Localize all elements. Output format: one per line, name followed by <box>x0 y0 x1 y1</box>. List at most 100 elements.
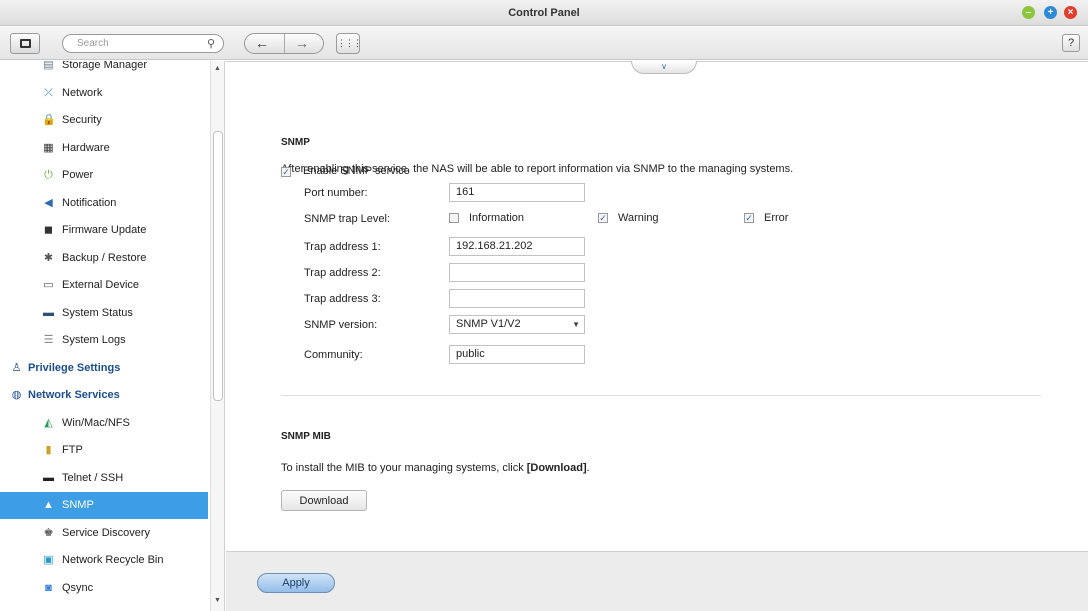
sidebar-item-telnet-ssh[interactable]: ▬ Telnet / SSH <box>0 465 208 492</box>
snmp-icon: ▲ <box>43 499 54 511</box>
trap-address-3-input[interactable] <box>449 289 585 308</box>
ftp-icon: ▮ <box>45 444 52 456</box>
sidebar-item-win-mac-nfs[interactable]: ◭ Win/Mac/NFS <box>0 410 208 437</box>
nav-divider <box>284 34 285 53</box>
trap-address-2-input[interactable] <box>449 263 585 282</box>
trap-address-2-label: Trap address 2: <box>304 267 381 279</box>
lock-icon: 🔒 <box>42 114 56 126</box>
sidebar-item-firmware-update[interactable]: ◼ Firmware Update <box>0 217 208 244</box>
qsync-icon: ◙ <box>45 581 52 594</box>
forward-arrow-icon[interactable]: → <box>295 35 309 51</box>
sidebar-item-ftp[interactable]: ▮ FTP <box>0 437 208 464</box>
port-label: Port number: <box>304 187 368 199</box>
community-input[interactable]: public <box>449 345 585 364</box>
community-label: Community: <box>304 349 363 361</box>
download-button[interactable]: Download <box>281 490 367 511</box>
trap-error-checkbox[interactable]: ✓ <box>744 213 754 223</box>
snmp-version-select[interactable]: SNMP V1/V2 ▼ <box>449 315 585 334</box>
sidebar-item-privilege-settings[interactable]: ♙ Privilege Settings <box>0 355 208 382</box>
scroll-down-icon[interactable]: ▼ <box>214 597 221 604</box>
mib-download-link[interactable]: [Download] <box>527 462 587 474</box>
search-input[interactable]: Search ⚲ <box>62 34 224 53</box>
sidebar-item-system-logs[interactable]: ☰ System Logs <box>0 327 208 354</box>
search-placeholder: Search <box>77 38 109 49</box>
sidebar-item-backup-restore[interactable]: ✱ Backup / Restore <box>0 245 208 272</box>
sidebar-scrollbar[interactable]: ▲ ▼ <box>210 61 224 611</box>
sidebar-item-label: Firmware Update <box>62 224 147 236</box>
hardware-icon: ▦ <box>43 141 54 154</box>
nav-button-group: ← → <box>244 33 324 54</box>
back-arrow-icon[interactable]: ← <box>255 35 269 51</box>
sidebar-item-network[interactable]: ⤫ Network <box>0 80 208 107</box>
close-icon[interactable]: × <box>1064 6 1077 19</box>
minimize-icon[interactable]: – <box>1022 6 1035 19</box>
search-icon[interactable]: ⚲ <box>207 37 215 50</box>
recycle-bin-icon: ▣ <box>43 554 54 566</box>
sidebar-item-notification[interactable]: ◀ Notification <box>0 190 208 217</box>
mib-description: To install the MIB to your managing syst… <box>281 462 590 474</box>
sidebar-item-label: Security <box>62 114 102 126</box>
sidebar-item-external-device[interactable]: ▭ External Device <box>0 272 208 299</box>
maximize-icon[interactable]: + <box>1044 6 1057 19</box>
logs-icon: ☰ <box>43 334 54 346</box>
share-icon: ◭ <box>44 416 53 429</box>
sidebar-item-hardware[interactable]: ▦ Hardware <box>0 135 208 162</box>
scrollbar-thumb[interactable] <box>213 131 223 401</box>
sidebar-item-label: FTP <box>62 444 83 456</box>
sidebar: ▤ Storage Manager ⤫ Network 🔒 Security ▦ Hardwa… <box>0 61 225 611</box>
sidebar-item-qsync[interactable]: ◙ Qsync <box>0 575 208 602</box>
discovery-icon: ♚ <box>43 526 54 539</box>
home-button[interactable] <box>10 33 40 54</box>
trap-address-3-label: Trap address 3: <box>304 293 381 305</box>
sidebar-item-storage-manager[interactable]: ▤ Storage Manager <box>0 61 208 79</box>
sidebar-item-power[interactable]: ⏻ Power <box>0 162 208 189</box>
sidebar-item-network-services[interactable]: ◍ Network Services <box>0 382 208 409</box>
chevron-down-icon[interactable]: ▼ <box>572 316 580 333</box>
window-icon <box>20 39 31 48</box>
title-bar: Control Panel – + × <box>0 0 1088 26</box>
sidebar-item-service-discovery[interactable]: ♚ Service Discovery <box>0 520 208 547</box>
help-button[interactable]: ? <box>1062 34 1080 52</box>
footer-bar: Apply <box>226 551 1088 611</box>
section-divider <box>281 395 1041 396</box>
trap-address-1-input[interactable]: 192.168.21.202 <box>449 237 585 256</box>
sidebar-item-label: Power <box>62 169 94 181</box>
sidebar-item-label: Qsync <box>62 581 94 594</box>
sidebar-item-label: Network Recycle Bin <box>62 554 164 566</box>
app-grid-icon[interactable]: ⋮⋮⋮ <box>336 33 362 54</box>
sidebar-item-security[interactable]: 🔒 Security <box>0 107 208 134</box>
sidebar-item-label: Hardware <box>62 141 110 154</box>
snmp-version-value: SNMP V1/V2 <box>456 318 521 330</box>
trap-warning-label: Warning <box>618 212 659 224</box>
trap-warning-checkbox[interactable]: ✓ <box>598 213 608 223</box>
backup-icon: ✱ <box>43 251 54 264</box>
sidebar-item-snmp[interactable]: ▲ SNMP <box>0 492 208 519</box>
sidebar-item-label: Network Services <box>28 389 120 401</box>
sidebar-item-label: External Device <box>62 279 140 291</box>
toolbar: Search ⚲ ← → ⋮⋮⋮ ? <box>0 27 1088 60</box>
external-device-icon: ▭ <box>43 279 54 291</box>
scroll-up-icon[interactable]: ▲ <box>214 65 221 72</box>
sidebar-item-network-recycle-bin[interactable]: ▣ Network Recycle Bin <box>0 547 208 574</box>
storage-icon: ▤ <box>43 61 54 71</box>
mib-desc-prefix: To install the MIB to your managing syst… <box>281 462 527 474</box>
trap-information-checkbox[interactable] <box>449 213 459 223</box>
sidebar-item-label: Notification <box>62 196 117 209</box>
firmware-icon: ◼ <box>43 224 54 236</box>
sidebar-item-label: Privilege Settings <box>28 361 121 374</box>
port-number-input[interactable]: 161 <box>449 183 585 202</box>
terminal-icon: ▬ <box>43 471 54 484</box>
enable-snmp-checkbox[interactable]: ✓ <box>281 167 291 177</box>
sidebar-item-system-status[interactable]: ▬ System Status <box>0 300 208 327</box>
trap-address-1-label: Trap address 1: <box>304 241 381 253</box>
notification-icon: ◀ <box>44 196 53 209</box>
snmp-mib-title: SNMP MIB <box>281 431 331 442</box>
trap-information-label: Information <box>469 212 525 224</box>
trap-level-label: SNMP trap Level: <box>304 213 391 225</box>
sidebar-item-label: Service Discovery <box>62 526 151 539</box>
user-icon: ♙ <box>11 361 22 374</box>
snmp-version-label: SNMP version: <box>304 319 378 331</box>
collapse-chevron-icon[interactable]: ∨ <box>631 61 697 74</box>
apply-button[interactable]: Apply <box>257 573 335 593</box>
sidebar-item-label: System Logs <box>62 334 126 346</box>
